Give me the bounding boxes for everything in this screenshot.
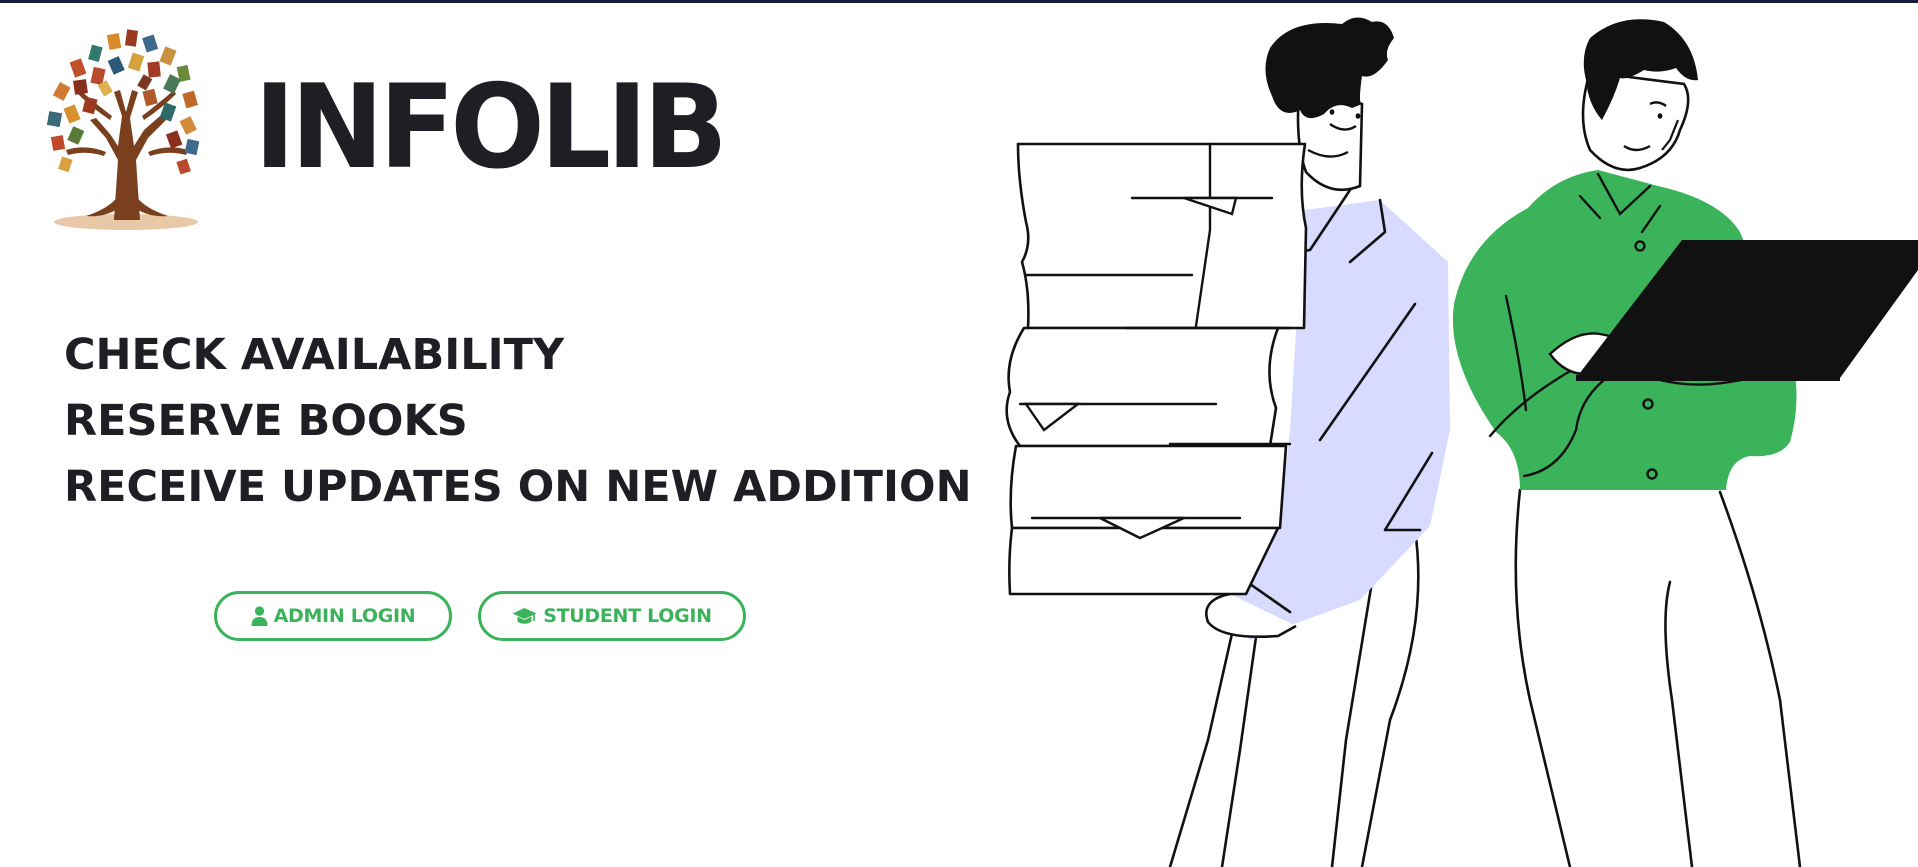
brand: INFOLIB (26, 20, 743, 232)
admin-login-button[interactable]: ADMIN LOGIN (214, 591, 452, 641)
feature-check-availability: CHECK AVAILABILITY (64, 330, 565, 380)
feature-reserve-books: RESERVE BOOKS (64, 396, 468, 446)
landing-page: INFOLIB CHECK AVAILABILITY RESERVE BOOKS… (0, 0, 1918, 867)
people-illustration (1005, 17, 1918, 867)
feature-list: CHECK AVAILABILITY RESERVE BOOKS RECEIVE… (64, 322, 972, 520)
graduation-cap-icon (512, 607, 537, 626)
app-title: INFOLIB (254, 60, 728, 195)
student-login-label: STUDENT LOGIN (543, 605, 712, 627)
user-icon (251, 606, 268, 626)
feature-receive-updates: RECEIVE UPDATES ON NEW ADDITION (64, 462, 972, 512)
login-actions: ADMIN LOGIN STUDENT LOGIN (214, 591, 746, 641)
student-login-button[interactable]: STUDENT LOGIN (478, 591, 746, 641)
book-tree-icon (46, 29, 200, 230)
admin-login-label: ADMIN LOGIN (273, 605, 416, 627)
